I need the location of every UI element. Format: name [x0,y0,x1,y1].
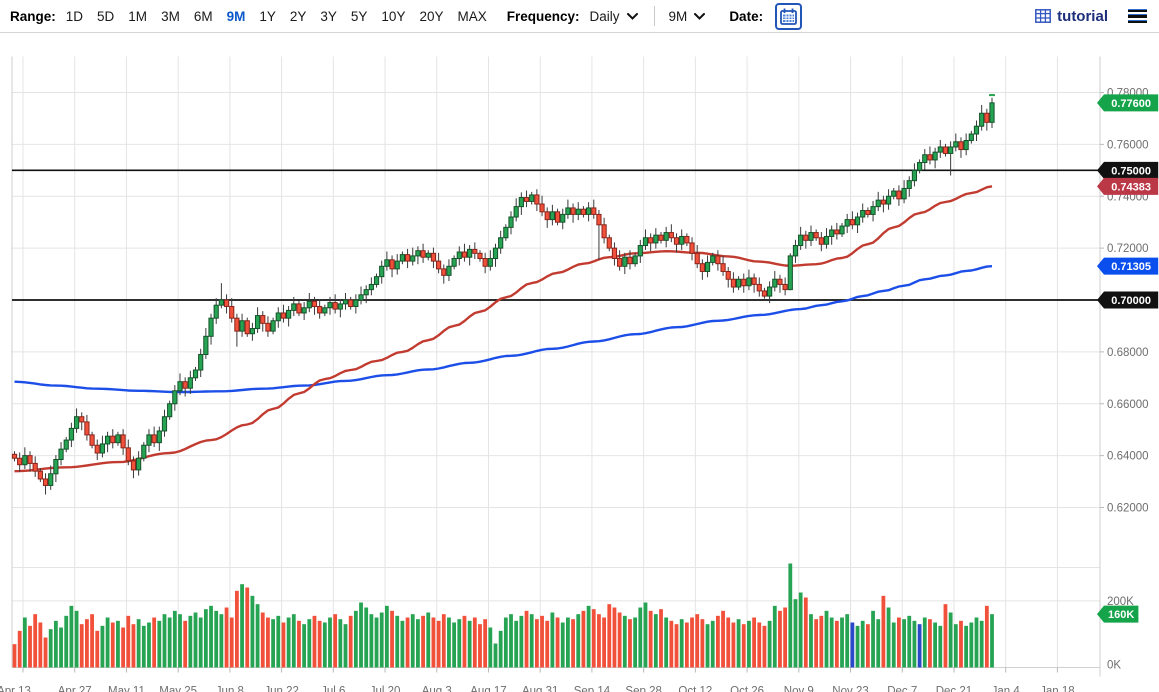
svg-text:Aug 3: Aug 3 [422,686,452,692]
frequency-value: Daily [590,9,620,24]
range-button-2y[interactable]: 2Y [290,9,307,24]
svg-text:Apr 27: Apr 27 [58,686,92,692]
hamburger-icon [1128,9,1147,12]
svg-text:0.72000: 0.72000 [1107,243,1149,255]
svg-text:0.68000: 0.68000 [1107,347,1149,359]
x-axis: Apr 13 Apr 27 May 11 May 25 Jun 8 Jun 22 Jul 6… [0,668,1075,692]
candles-layer [12,98,994,495]
svg-text:Oct 26: Oct 26 [730,686,764,692]
svg-text:Nov 9: Nov 9 [784,686,814,692]
svg-text:Nov 23: Nov 23 [832,686,868,692]
svg-text:0.75000: 0.75000 [1111,165,1151,177]
svg-text:0.62000: 0.62000 [1107,503,1149,515]
svg-text:Jan 18: Jan 18 [1040,686,1075,692]
grid-layer [12,57,1100,677]
svg-text:0.76000: 0.76000 [1107,139,1149,151]
svg-text:Jul 20: Jul 20 [370,686,401,692]
date-picker-button[interactable] [775,3,802,30]
svg-text:Aug 31: Aug 31 [522,686,558,692]
range-button-5y[interactable]: 5Y [351,9,368,24]
volume-layer [13,564,994,668]
range-label: Range: [10,9,56,24]
range-button-1y[interactable]: 1Y [259,9,276,24]
range-button-6m[interactable]: 6M [194,9,213,24]
svg-text:Sep 28: Sep 28 [625,686,661,692]
svg-text:0.74383: 0.74383 [1111,181,1151,193]
svg-text:Sep 14: Sep 14 [574,686,611,692]
range-button-20y[interactable]: 20Y [419,9,443,24]
svg-text:0.77600: 0.77600 [1111,98,1151,110]
svg-text:Apr 13: Apr 13 [0,686,31,692]
menu-button[interactable] [1126,6,1149,26]
range-button-1m[interactable]: 1M [128,9,147,24]
chevron-down-icon [627,13,638,20]
range-buttons: 1D 5D 1M 3M 6M 9M 1Y 2Y 3Y 5Y 10Y 20Y MAX [66,9,501,24]
range-button-5d[interactable]: 5D [97,9,114,24]
svg-text:Jan 4: Jan 4 [992,686,1021,692]
tutorial-label: tutorial [1057,8,1108,25]
range-button-9m[interactable]: 9M [227,9,246,24]
date-label: Date: [729,9,763,24]
range-button-3m[interactable]: 3M [161,9,180,24]
range-button-max[interactable]: MAX [457,9,486,24]
ma-blue-line [15,266,993,392]
calendar-icon [780,8,797,25]
tutorial-link[interactable]: tutorial [1035,8,1108,25]
frequency-label: Frequency: [507,9,580,24]
toolbar-divider [654,6,655,26]
svg-text:0K: 0K [1107,660,1121,672]
frequency-select[interactable]: Daily [590,9,638,24]
chevron-down-icon [694,13,705,20]
svg-text:160K: 160K [1108,609,1134,621]
svg-text:0.70000: 0.70000 [1111,295,1151,307]
svg-text:0.64000: 0.64000 [1107,451,1149,463]
svg-text:Aug 17: Aug 17 [470,686,506,692]
svg-text:0.71305: 0.71305 [1111,261,1151,273]
tutorial-grid-icon [1035,9,1051,23]
chart-area: Apr 13 Apr 27 May 11 May 25 Jun 8 Jun 22 Jul 6… [0,33,1159,692]
svg-text:Jun 8: Jun 8 [216,686,244,692]
charting-app: Range: 1D 5D 1M 3M 6M 9M 1Y 2Y 3Y 5Y 10Y 20Y MAX Fre… [0,0,1159,692]
svg-text:Dec 21: Dec 21 [936,686,972,692]
range-button-3y[interactable]: 3Y [320,9,337,24]
toolbar: Range: 1D 5D 1M 3M 6M 9M 1Y 2Y 3Y 5Y 10Y 20Y MAX Fre… [0,0,1159,33]
period-select[interactable]: 9M [669,9,706,24]
range-button-10y[interactable]: 10Y [381,9,405,24]
period-value: 9M [669,9,688,24]
svg-text:Jul 6: Jul 6 [321,686,345,692]
svg-text:0.66000: 0.66000 [1107,399,1149,411]
svg-text:Dec 7: Dec 7 [887,686,917,692]
range-button-1d[interactable]: 1D [66,9,83,24]
svg-text:May 25: May 25 [159,686,197,692]
candlestick-chart[interactable]: Apr 13 Apr 27 May 11 May 25 Jun 8 Jun 22 Jul 6… [0,33,1159,692]
svg-text:May 11: May 11 [108,686,145,692]
svg-text:Oct 12: Oct 12 [678,686,712,692]
svg-text:Jun 22: Jun 22 [264,686,299,692]
